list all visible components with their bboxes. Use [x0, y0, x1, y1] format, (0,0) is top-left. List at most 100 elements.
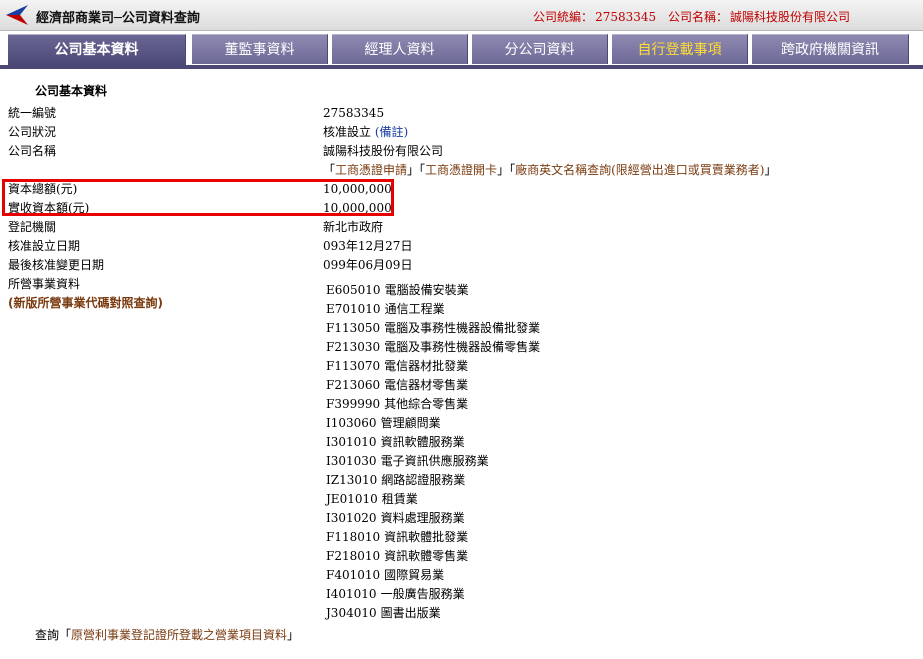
business-name: 其他綜合零售業: [384, 397, 469, 411]
business-item: I103060 管理顧問業: [326, 414, 540, 433]
business-name: 資料處理服務業: [380, 511, 465, 525]
business-name: 電信器材批發業: [384, 359, 469, 373]
business-name: 電子資訊供應服務業: [380, 454, 489, 468]
business-name: 圖書出版業: [380, 606, 441, 620]
business-item: E605010 電腦設備安裝業: [326, 281, 540, 300]
bracket: 」「: [407, 163, 426, 177]
business-item: F213060 電信器材零售業: [326, 376, 540, 395]
business-name: 電腦及事務性機器設備零售業: [384, 340, 541, 354]
english-name-query-link[interactable]: 廠商英文名稱查詢(限經營出進口或買賣業務者): [515, 163, 764, 177]
ministry-logo-icon: [6, 5, 28, 25]
business-name: 電腦及事務性機器設備批發業: [384, 321, 541, 335]
field-approval-date: 核准設立日期 093年12月27日: [8, 237, 908, 256]
business-code: JE01010: [326, 492, 378, 506]
query-prefix: 查詢「: [35, 628, 72, 642]
business-item: IZ13010 網路認證服務業: [326, 471, 540, 490]
business-item: JE01010 租賃業: [326, 490, 540, 509]
business-code: F218010: [326, 549, 381, 563]
bracket: 」: [764, 163, 777, 177]
tab-cross-agency[interactable]: 跨政府機關資訊: [752, 34, 909, 64]
business-code: J304010: [326, 606, 377, 620]
tab-basic-info[interactable]: 公司基本資料: [8, 34, 186, 65]
field-unified-no: 統一編號 27583345: [8, 104, 908, 123]
business-code: I103060: [326, 416, 377, 430]
business-item: I301010 資訊軟體服務業: [326, 433, 540, 452]
business-code: I301030: [326, 454, 377, 468]
business-name: 管理顧問業: [380, 416, 441, 430]
field-status: 公司狀況 核准設立 (備註): [8, 123, 908, 142]
business-item: I301030 電子資訊供應服務業: [326, 452, 540, 471]
business-item: F213030 電腦及事務性機器設備零售業: [326, 338, 540, 357]
business-code: I401010: [326, 587, 377, 601]
field-label: 核准設立日期: [8, 239, 81, 253]
business-name: 網路認證服務業: [381, 473, 466, 487]
tab-bar: 公司基本資料 董監事資料 經理人資料 分公司資料 自行登載事項 跨政府機關資訊: [8, 34, 923, 65]
business-code: E701010: [326, 302, 381, 316]
business-name: 租賃業: [381, 492, 418, 506]
business-item: F118010 資訊軟體批發業: [326, 528, 540, 547]
business-code: E605010: [326, 283, 381, 297]
business-code: F399990: [326, 397, 381, 411]
business-name: 國際貿易業: [384, 568, 445, 582]
tab-self-registered[interactable]: 自行登載事項: [612, 34, 748, 64]
field-label: 公司狀況: [8, 125, 57, 139]
business-name: 資訊軟體零售業: [384, 549, 469, 563]
business-item: F113050 電腦及事務性機器設備批發業: [326, 319, 540, 338]
field-label: 所營事業資料: [8, 277, 81, 291]
bracket: 「: [323, 163, 336, 177]
business-item: F218010 資訊軟體零售業: [326, 547, 540, 566]
tab-underline: [0, 65, 923, 69]
app-title: 經濟部商業司─公司資料查詢: [36, 11, 200, 26]
field-value: 核准設立: [323, 125, 372, 139]
cert-apply-link[interactable]: 工商憑證申請: [335, 163, 407, 177]
business-item: F401010 國際貿易業: [326, 566, 540, 585]
business-name: 一般廣告服務業: [380, 587, 465, 601]
field-last-change-date: 最後核准變更日期 099年06月09日: [8, 256, 908, 275]
field-value: 099年06月09日: [323, 258, 413, 272]
business-code-lookup-link[interactable]: (新版所營事業代碼對照查詢): [8, 294, 163, 311]
business-code: F118010: [326, 530, 381, 544]
business-code: F213060: [326, 378, 381, 392]
field-value: 新北市政府: [323, 220, 384, 234]
business-code: IZ13010: [326, 473, 378, 487]
business-item: I401010 一般廣告服務業: [326, 585, 540, 604]
business-item: J304010 圖書出版業: [326, 604, 540, 623]
title-bar: 經濟部商業司─公司資料查詢 公司統編： 27583345 公司名稱： 誠陽科技股份有…: [0, 0, 923, 31]
field-label: 最後核准變更日期: [8, 258, 105, 272]
tax-id: 27583345: [595, 10, 657, 24]
business-code: F113070: [326, 359, 381, 373]
field-label: 登記機關: [8, 220, 57, 234]
bracket: 」「: [497, 163, 516, 177]
original-business-items-link[interactable]: 原營利事業登記證所登載之營業項目資料: [71, 628, 287, 642]
tab-branches[interactable]: 分公司資料: [472, 34, 608, 64]
business-code: I301020: [326, 511, 377, 525]
business-code: F401010: [326, 568, 381, 582]
business-item: I301020 資料處理服務業: [326, 509, 540, 528]
highlight-box: [2, 179, 394, 216]
field-value: 誠陽科技股份有限公司: [323, 144, 444, 158]
cert-activate-link[interactable]: 工商憑證開卡: [425, 163, 497, 177]
name-links-row: 「工商憑證申請」「工商憑證開卡」「廠商英文名稱查詢(限經營出進口或買賣業務者)」: [8, 161, 908, 180]
business-item: E701010 通信工程業: [326, 300, 540, 319]
business-code: F113050: [326, 321, 381, 335]
field-label: 統一編號: [8, 106, 57, 120]
business-name: 通信工程業: [384, 302, 445, 316]
field-value: 27583345: [323, 106, 385, 120]
company-label: 公司名稱：: [667, 10, 728, 24]
status-note-link[interactable]: (備註): [375, 125, 408, 139]
query-suffix: 」: [287, 628, 300, 642]
section-title: 公司基本資料: [35, 84, 108, 98]
field-name: 公司名稱 誠陽科技股份有限公司: [8, 142, 908, 161]
business-code: F213030: [326, 340, 381, 354]
field-value: 093年12月27日: [323, 239, 413, 253]
business-name: 資訊軟體服務業: [380, 435, 465, 449]
tab-managers[interactable]: 經理人資料: [332, 34, 468, 64]
query-row: 查詢「原營利事業登記證所登載之營業項目資料」: [35, 626, 299, 643]
company-summary: 公司統編： 27583345 公司名稱： 誠陽科技股份有限公司: [531, 8, 850, 25]
business-name: 電信器材零售業: [384, 378, 469, 392]
business-name: 電腦設備安裝業: [384, 283, 469, 297]
tab-directors[interactable]: 董監事資料: [192, 34, 328, 64]
field-authority: 登記機關 新北市政府: [8, 218, 908, 237]
business-list: E605010 電腦設備安裝業 E701010 通信工程業 F113050 電腦及事務性機…: [326, 281, 540, 623]
field-label: 公司名稱: [8, 144, 57, 158]
